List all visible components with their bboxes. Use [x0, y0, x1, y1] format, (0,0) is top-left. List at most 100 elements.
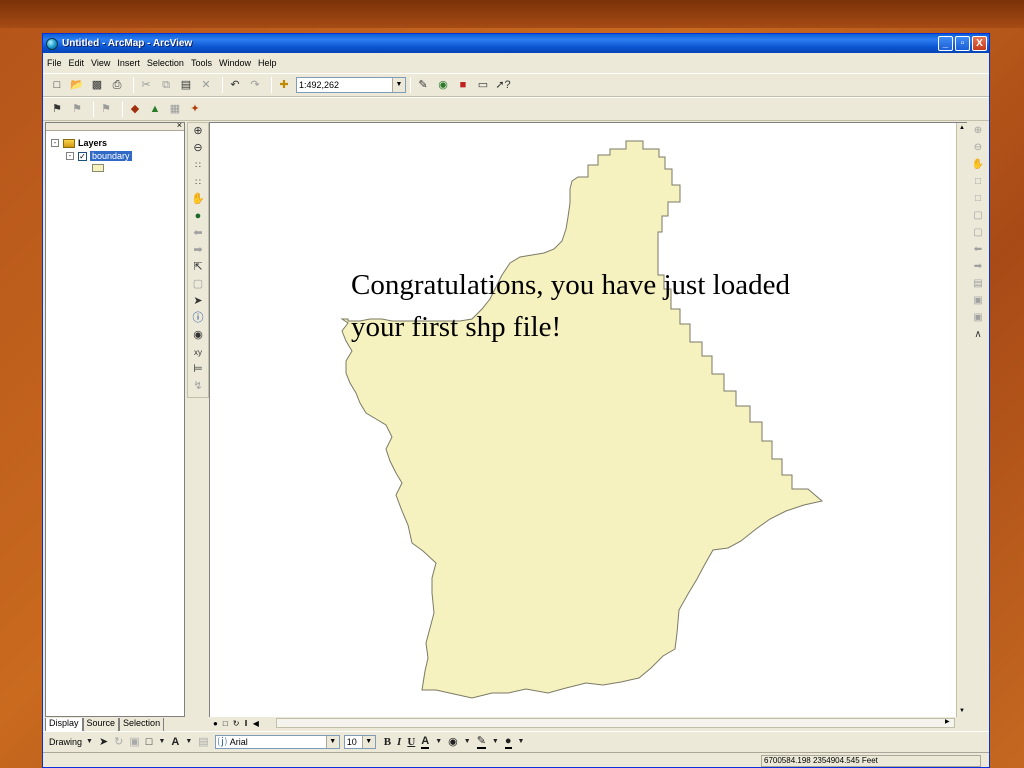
tab-source[interactable]: Source	[82, 718, 120, 732]
open-icon[interactable]: 📂	[69, 77, 85, 93]
georeference-icon[interactable]: ✦	[187, 101, 203, 117]
chevron-down-icon[interactable]: ▼	[492, 738, 499, 745]
chevron-down-icon[interactable]: ▼	[435, 738, 442, 745]
chevron-down-icon[interactable]: ▼	[392, 78, 405, 92]
zoom-to-selected-icon[interactable]: ▣	[129, 735, 139, 748]
flicker-icon[interactable]: ▦	[167, 101, 183, 117]
fixed-zoom-in-layout-icon[interactable]: ▢	[969, 207, 987, 224]
toc-root-layers[interactable]: - Layers	[51, 138, 107, 148]
chevron-down-icon[interactable]: ▼	[464, 738, 471, 745]
data-view-icon[interactable]: ●	[213, 719, 218, 728]
arctoolbox-icon[interactable]: ■	[455, 77, 471, 93]
focus-data-frame-icon[interactable]: ▣	[969, 292, 987, 309]
collapse-icon[interactable]: -	[66, 152, 74, 160]
effects-icon[interactable]: ◆	[127, 101, 143, 117]
chevron-down-icon[interactable]: ▼	[158, 738, 165, 745]
hyperlink-icon[interactable]: ↯	[188, 378, 208, 395]
tab-display[interactable]: Display	[45, 718, 83, 732]
command-line-icon[interactable]: ▭	[475, 77, 491, 93]
cut-icon[interactable]: ✂	[138, 77, 154, 93]
refresh-icon[interactable]: ↻	[233, 719, 240, 728]
restore-button[interactable]: ▫	[955, 36, 970, 51]
copy-icon[interactable]: ⧉	[158, 77, 174, 93]
font-color-icon[interactable]: A	[421, 735, 430, 749]
fixed-zoom-out-icon[interactable]: ∷	[188, 174, 208, 191]
map-scale-combo[interactable]: 1:492,262 ▼	[296, 77, 406, 93]
layout-pan-icon[interactable]: ✋	[969, 156, 987, 173]
close-icon[interactable]: ×	[177, 120, 182, 130]
layer-legend-symbol[interactable]	[92, 164, 104, 172]
chevron-down-icon[interactable]: ▼	[518, 738, 525, 745]
back-icon[interactable]: ⬅	[188, 225, 208, 242]
bold-button[interactable]: B	[384, 736, 391, 748]
layout-zoom-in-icon[interactable]: ⊕	[969, 122, 987, 139]
clear-selection-icon[interactable]: ▢	[188, 276, 208, 293]
go-forward-extent-icon[interactable]: ➡	[969, 258, 987, 275]
undo-icon[interactable]: ↶	[227, 77, 243, 93]
swipe-icon[interactable]: ▲	[147, 101, 163, 117]
menu-window[interactable]: Window	[219, 58, 251, 68]
chevron-down-icon[interactable]: ▼	[361, 735, 375, 748]
tab-selection[interactable]: Selection	[119, 718, 165, 732]
zoom-whole-page-icon[interactable]: □	[969, 173, 987, 190]
paste-icon[interactable]: ▤	[178, 77, 194, 93]
map-display[interactable]	[209, 122, 967, 729]
measure-icon[interactable]: ⊨	[188, 361, 208, 378]
identify-icon[interactable]: ⓘ	[188, 310, 208, 327]
rectangle-icon[interactable]: □	[146, 736, 153, 748]
zoom-in-icon[interactable]: ⊕	[188, 123, 208, 140]
layout-zoom-out-icon[interactable]: ⊖	[969, 139, 987, 156]
chevron-down-icon[interactable]: ▼	[325, 735, 339, 748]
layer-tool-icon[interactable]: ⚑	[49, 101, 65, 117]
scroll-up-icon[interactable]: ▲	[957, 123, 967, 133]
close-button[interactable]: X	[972, 36, 987, 51]
menu-view[interactable]: View	[91, 58, 110, 68]
select-elements-icon[interactable]: ➤	[188, 293, 208, 310]
edit-vertices-icon[interactable]: ▤	[198, 735, 208, 748]
fill-color-icon[interactable]: ◉	[448, 735, 458, 748]
chevron-down-icon[interactable]: ▼	[185, 738, 192, 745]
delete-icon[interactable]: ✕	[198, 77, 214, 93]
toc-layer-boundary[interactable]: - ✓ boundary	[66, 151, 132, 161]
minimize-button[interactable]: _	[938, 36, 953, 51]
zoom-100-icon[interactable]: □	[969, 190, 987, 207]
fixed-zoom-in-icon[interactable]: ∷	[188, 157, 208, 174]
collapse-icon[interactable]: -	[51, 139, 59, 147]
map-horizontal-scrollbar[interactable]	[276, 718, 955, 728]
add-data-icon[interactable]: ✚	[276, 77, 292, 93]
scroll-left-icon[interactable]: ◀	[253, 719, 259, 728]
save-icon[interactable]: ▩	[89, 77, 105, 93]
menu-file[interactable]: File	[47, 58, 62, 68]
layout-view-icon[interactable]: □	[223, 719, 228, 728]
font-name-combo[interactable]: ⒥ Arial ▼	[214, 734, 340, 749]
redo-icon[interactable]: ↷	[247, 77, 263, 93]
boundary-polygon-main[interactable]	[340, 140, 824, 699]
print-icon[interactable]: ⎙	[109, 77, 125, 93]
select-elements-icon[interactable]: ➤	[99, 735, 108, 748]
arccatalog-icon[interactable]: ◉	[435, 77, 451, 93]
scroll-right-icon[interactable]: ▶	[945, 718, 950, 725]
pause-drawing-icon[interactable]: ‖	[244, 719, 247, 728]
new-icon[interactable]: □	[49, 77, 65, 93]
text-tool-icon[interactable]: A	[171, 736, 179, 748]
select-features-icon[interactable]: ⇱	[188, 259, 208, 276]
menu-edit[interactable]: Edit	[69, 58, 85, 68]
find-icon[interactable]: ◉	[188, 327, 208, 344]
menu-insert[interactable]: Insert	[117, 58, 140, 68]
go-back-extent-icon[interactable]: ⬅	[969, 241, 987, 258]
marker-color-icon[interactable]: ●	[504, 735, 512, 749]
layer-tool-2-icon[interactable]: ⚑	[69, 101, 85, 117]
layer-tool-3-icon[interactable]: ⚑	[98, 101, 114, 117]
map-vertical-scrollbar[interactable]: ▲ ▼	[956, 123, 967, 717]
change-layout-icon[interactable]: ▣	[969, 309, 987, 326]
rotate-icon[interactable]: ↻	[114, 735, 123, 748]
italic-button[interactable]: I	[397, 736, 401, 748]
font-size-combo[interactable]: 10 ▼	[343, 734, 376, 749]
underline-button[interactable]: U	[407, 736, 415, 748]
go-to-xy-icon[interactable]: xy	[188, 344, 208, 361]
forward-icon[interactable]: ➡	[188, 242, 208, 259]
toggle-draft-mode-icon[interactable]: ▤	[969, 275, 987, 292]
zoom-out-icon[interactable]: ⊖	[188, 140, 208, 157]
chevron-down-icon[interactable]: ▼	[86, 738, 93, 745]
line-color-icon[interactable]: ✎	[476, 734, 486, 749]
